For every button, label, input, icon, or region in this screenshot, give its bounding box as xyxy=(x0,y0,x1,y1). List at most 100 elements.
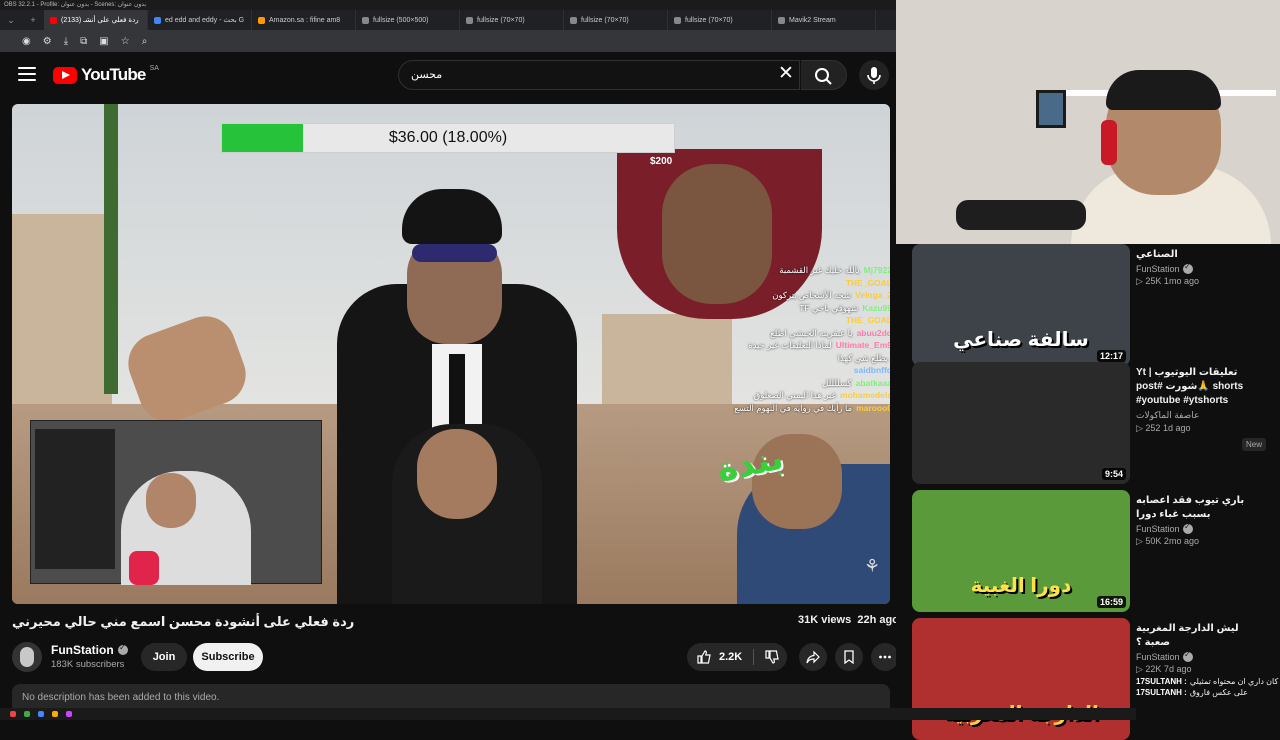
video-thumbnail[interactable]: دورا الغبية 16:59 xyxy=(912,490,1130,612)
profile-icon[interactable]: ◉ xyxy=(22,36,31,47)
price-tag: $200 xyxy=(650,156,673,167)
browser-tab[interactable]: Amazon.sa : fifine am8 xyxy=(252,10,356,30)
chat-username: Kazu99 xyxy=(862,302,890,313)
chat-username: THE_GOAL xyxy=(845,315,890,325)
chat-message: يطلع شي كهذا xyxy=(652,352,890,365)
video-thumbnail[interactable]: 9:54 xyxy=(912,362,1130,484)
browser-tab[interactable]: fullsize (500×500) xyxy=(356,10,460,30)
recommended-channel-row[interactable]: FunStation xyxy=(1136,262,1266,274)
recommended-meta: ▷ 252 1d ago xyxy=(1136,423,1191,433)
verified-check-icon xyxy=(1182,522,1193,534)
taskbar-app-icon[interactable] xyxy=(66,711,72,717)
bookmark-star-icon[interactable]: ☆ xyxy=(121,36,130,47)
video-bottom-face xyxy=(417,429,497,519)
verified-check-icon xyxy=(117,643,128,655)
search-input[interactable]: محسن xyxy=(398,60,800,90)
like-divider xyxy=(753,649,754,665)
browser-tab[interactable]: ردة فعلي على أنشـ (2133) xyxy=(44,10,148,30)
chat-text: شحه الأشخاص يتركون xyxy=(772,290,852,300)
extensions-icon[interactable]: ⧉ xyxy=(80,36,87,47)
chat-message: TF شهوقي ياخي Kazu99 xyxy=(652,302,890,315)
recommended-channel: FunStation xyxy=(1136,264,1180,274)
share-button[interactable] xyxy=(799,643,827,671)
recommended-video[interactable]: 9:54 تعليقات اليوتيوب | Yt shorts 🙏شورت #… xyxy=(912,362,1272,484)
tab-label: fullsize (70×70) xyxy=(581,16,629,24)
screenshot-icon[interactable]: ▣ xyxy=(99,36,108,47)
chat-username: Velnga_2 xyxy=(855,290,890,300)
channel-avatar[interactable] xyxy=(12,642,42,672)
thumbnail-caption: دورا الغبية xyxy=(970,575,1072,597)
video-thumbnail[interactable]: الدارجة المغربية xyxy=(912,618,1130,740)
tab-label: fullsize (70×70) xyxy=(685,16,733,24)
thumbs-down-icon xyxy=(765,650,779,664)
recommended-video[interactable]: دورا الغبية 16:59 باري تيوب فقد اعصابه بسب… xyxy=(912,490,1272,612)
streamer-hair xyxy=(1106,70,1221,110)
hamburger-menu-icon[interactable] xyxy=(18,67,36,81)
subscribe-button[interactable]: Subscribe xyxy=(193,643,263,671)
chat-username: Mj7922 xyxy=(863,265,890,275)
recommended-title[interactable]: تعليقات اليوتيوب | Yt shorts 🙏شورت #post… xyxy=(1136,366,1266,408)
browser-tab[interactable]: fullsize (70×70) xyxy=(460,10,564,30)
chat-text: TF شهوقي ياخي xyxy=(799,302,859,313)
new-tab-button[interactable]: + xyxy=(22,15,44,25)
browser-tab[interactable]: Mavik2 Stream xyxy=(772,10,876,30)
recommended-video[interactable]: سالفة صناعي 12:17 الصناعي FunStation ▷ 25K 1… xyxy=(912,244,1272,366)
tab-search-icon[interactable]: ⌄ xyxy=(0,15,22,26)
taskbar-app-icon[interactable] xyxy=(52,711,58,717)
video-duration: 16:59 xyxy=(1096,596,1126,608)
browser-tab[interactable]: fullsize (70×70) xyxy=(668,10,772,30)
recommended-channel-row[interactable]: عاصفة الماكولات xyxy=(1136,410,1266,421)
channel-name: FunStation xyxy=(51,643,114,657)
recommended-channel-row[interactable]: FunStation xyxy=(1136,522,1266,534)
save-button[interactable] xyxy=(835,643,863,671)
recommended-info: الصناعي FunStation ▷ 25K 1mo ago xyxy=(1136,248,1266,287)
taskbar-app-icon[interactable] xyxy=(38,711,44,717)
recommended-meta: ▷ 22K 7d ago xyxy=(1136,664,1192,674)
more-dots-icon xyxy=(879,655,891,659)
video-player[interactable]: $36.00 (18.00%) $200 يالله خليك غير القش… xyxy=(12,104,890,604)
recommendations-sidebar: سالفة صناعي 12:17 الصناعي FunStation ▷ 25K 1… xyxy=(896,244,1280,740)
chat-message: يالله خليك غير القشمبة Mj7922 xyxy=(652,264,890,277)
browser-tab[interactable]: fullsize (70×70) xyxy=(564,10,668,30)
recommended-info: تعليقات اليوتيوب | Yt shorts 🙏شورت #post… xyxy=(1136,366,1266,452)
tab-label: Mavik2 Stream xyxy=(789,16,836,24)
join-button[interactable]: Join xyxy=(141,643,187,671)
channel-name-link[interactable]: FunStation xyxy=(51,643,128,657)
tab-favicon-icon xyxy=(674,16,681,24)
dislike-button[interactable] xyxy=(757,643,787,671)
recommended-channel-row[interactable]: FunStation xyxy=(1136,650,1266,662)
verified-check-icon xyxy=(1182,650,1193,662)
search-button[interactable] xyxy=(801,60,847,90)
chat-text: ما رأيك في رواية في النهوم التسع xyxy=(734,402,853,413)
taskbar-app-icon[interactable] xyxy=(10,711,16,717)
more-actions-button[interactable] xyxy=(871,643,899,671)
voice-search-button[interactable] xyxy=(859,60,889,90)
browser-tab-strip: ⌄ + ردة فعلي على أنشـ (2133) ed edd and e… xyxy=(0,10,896,30)
tab-favicon-icon xyxy=(50,16,57,24)
tab-label: ed edd and eddy - بحث G xyxy=(165,17,245,24)
video-thumbnail[interactable]: سالفة صناعي 12:17 xyxy=(912,244,1130,366)
recommended-title[interactable]: باري تيوب فقد اعصابه بسبب غباء دورا xyxy=(1136,494,1266,522)
recommended-title[interactable]: ليش الدارجة المغربية صعبة ؟ xyxy=(1136,622,1266,650)
share-icon xyxy=(806,650,820,664)
tab-favicon-icon xyxy=(154,16,161,24)
video-scene-pole xyxy=(104,104,118,394)
video-scene-building xyxy=(12,214,112,404)
clear-search-icon[interactable]: ✕ xyxy=(778,64,794,84)
like-dislike-group: 2.2K xyxy=(687,643,787,671)
like-button[interactable]: 2.2K xyxy=(687,643,751,671)
youtube-logo[interactable]: YouTube SA xyxy=(53,65,159,85)
region-code: SA xyxy=(149,64,159,72)
zoom-icon[interactable]: ⌕ xyxy=(142,36,148,47)
download-icon[interactable]: ⤓ xyxy=(64,36,68,47)
browser-tab[interactable]: ed edd and eddy - بحث G xyxy=(148,10,252,30)
views-and-age: 31K views 22h ago xyxy=(798,614,899,626)
tab-favicon-icon xyxy=(362,16,369,24)
youtube-play-icon xyxy=(53,66,77,84)
tab-favicon-icon xyxy=(258,16,265,24)
taskbar-app-icon[interactable] xyxy=(24,711,30,717)
settings-icon[interactable]: ⚙ xyxy=(43,36,52,47)
watermark-icon: ⚘ xyxy=(864,556,881,576)
recommended-title[interactable]: الصناعي xyxy=(1136,248,1266,262)
recommended-meta: ▷ 25K 1mo ago xyxy=(1136,276,1199,286)
